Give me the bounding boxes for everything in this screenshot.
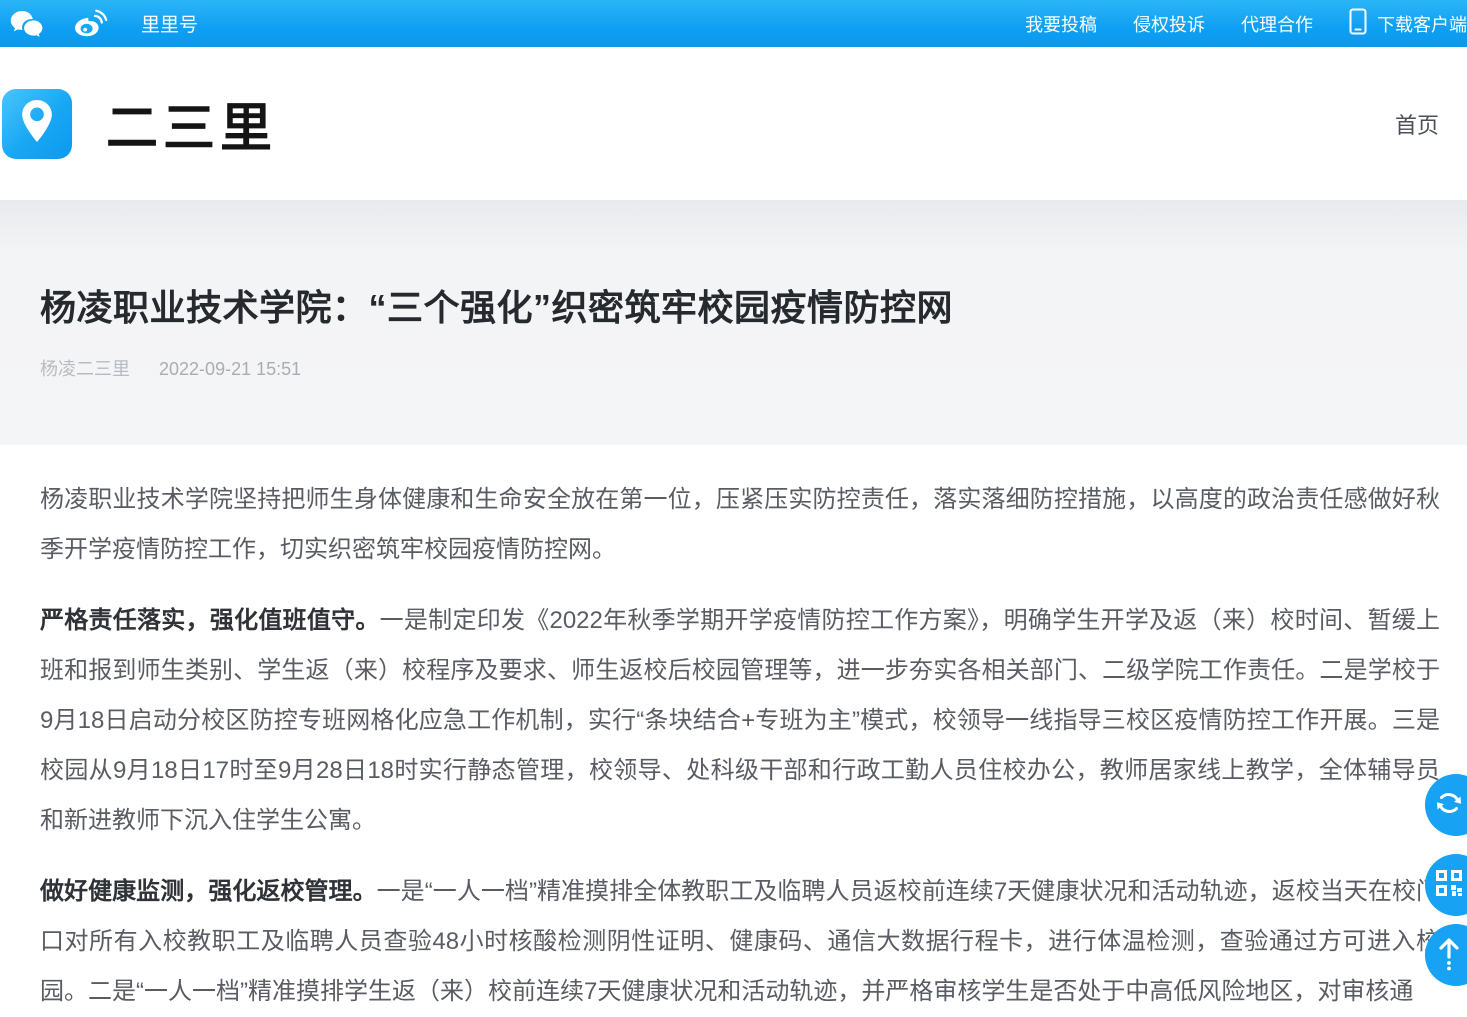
site-header: 二三里 首页 [0,47,1467,200]
download-app-label: 下载客户端 [1377,11,1467,37]
paragraph-text: 一是制定印发《2022年秋季学期开学疫情防控工作方案》，明确学生开学及返（来）校… [40,607,1440,834]
article-paragraph: 杨凌职业技术学院坚持把师生身体健康和生命安全放在第一位，压紧压实防控责任，落实落… [40,475,1440,575]
article-paragraph: 做好健康监测，强化返校管理。一是“一人一档”精准摸排全体教职工及临聘人员返校前连… [40,867,1440,1017]
article-paragraph: 严格责任落实，强化值班值守。一是制定印发《2022年秋季学期开学疫情防控工作方案… [40,596,1440,846]
brand-name[interactable]: 二三里 [106,86,277,161]
site-logo[interactable] [2,89,72,159]
article-title: 杨凌职业技术学院：“三个强化”织密筑牢校园疫情防控网 [40,200,1427,330]
topbar-left: 里里号 [10,9,198,39]
paragraph-lead: 严格责任落实，强化值班值守。 [40,607,380,634]
nav-home-link[interactable]: 首页 [1395,108,1439,140]
refresh-icon [1434,788,1467,823]
paragraph-lead: 做好健康监测，强化返校管理。 [40,878,377,905]
wechat-icon[interactable] [10,10,44,38]
qrcode-icon [1435,869,1467,902]
download-app-link[interactable]: 下载客户端 [1349,8,1467,40]
article-hero: 杨凌职业技术学院：“三个强化”织密筑牢校园疫情防控网 杨凌二三里 2022-09… [0,200,1467,445]
topbar-nav: 我要投稿 侵权投诉 代理合作 下载客户端 [1025,8,1467,40]
weibo-icon[interactable] [71,9,108,39]
phone-icon [1349,8,1367,40]
article-body: 杨凌职业技术学院坚持把师生身体健康和生命安全放在第一位，压紧压实防控责任，落实落… [0,445,1467,1017]
byline: 杨凌二三里 2022-09-21 15:51 [40,355,1427,381]
map-pin-icon [16,98,58,149]
author-name: 杨凌二三里 [40,359,130,379]
arrow-up-icon [1436,935,1467,976]
publish-time: 2022-09-21 15:51 [159,359,301,379]
submit-article-link[interactable]: 我要投稿 [1025,11,1097,37]
topbar: 里里号 我要投稿 侵权投诉 代理合作 下载客户端 [0,0,1467,47]
paragraph-text: 杨凌职业技术学院坚持把师生身体健康和生命安全放在第一位，压紧压实防控责任，落实落… [40,486,1440,563]
channel-link[interactable]: 里里号 [141,10,198,37]
agency-cooperation-link[interactable]: 代理合作 [1241,11,1313,37]
infringement-complaint-link[interactable]: 侵权投诉 [1133,11,1205,37]
